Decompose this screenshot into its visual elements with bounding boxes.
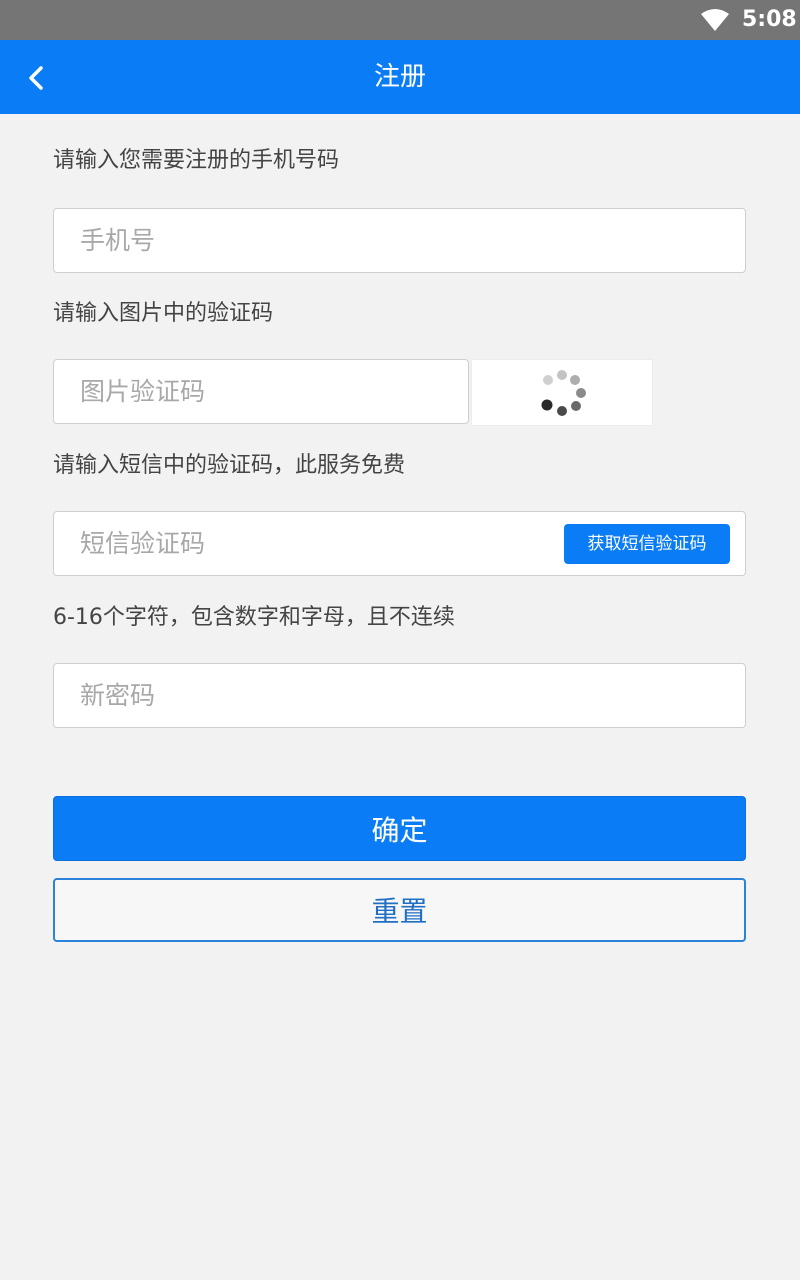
phone-field xyxy=(53,208,746,273)
reset-button[interactable]: 重置 xyxy=(53,878,746,942)
captcha-image[interactable] xyxy=(471,359,653,426)
captcha-label: 请输入图片中的验证码 xyxy=(53,301,274,326)
back-button[interactable] xyxy=(14,52,62,102)
loading-spinner-icon xyxy=(541,370,586,416)
sms-code-input[interactable] xyxy=(80,512,520,575)
confirm-button[interactable]: 确定 xyxy=(53,796,746,861)
app-bar: 注册 xyxy=(0,40,800,114)
new-password-input[interactable] xyxy=(80,664,560,727)
password-field xyxy=(53,663,746,728)
phone-input[interactable] xyxy=(80,209,560,272)
captcha-field xyxy=(53,359,469,424)
sms-field: 获取短信验证码 xyxy=(53,511,746,576)
wifi-icon xyxy=(701,9,729,31)
status-time: 5:08 xyxy=(742,7,797,32)
get-sms-code-button[interactable]: 获取短信验证码 xyxy=(564,524,730,564)
sms-label: 请输入短信中的验证码，此服务免费 xyxy=(53,453,406,478)
captcha-input[interactable] xyxy=(80,360,450,423)
chevron-left-icon xyxy=(29,66,43,90)
phone-label: 请输入您需要注册的手机号码 xyxy=(53,148,340,173)
status-bar: 5:08 xyxy=(0,0,800,40)
password-label: 6-16个字符，包含数字和字母，且不连续 xyxy=(53,605,455,630)
page-title: 注册 xyxy=(373,62,426,92)
